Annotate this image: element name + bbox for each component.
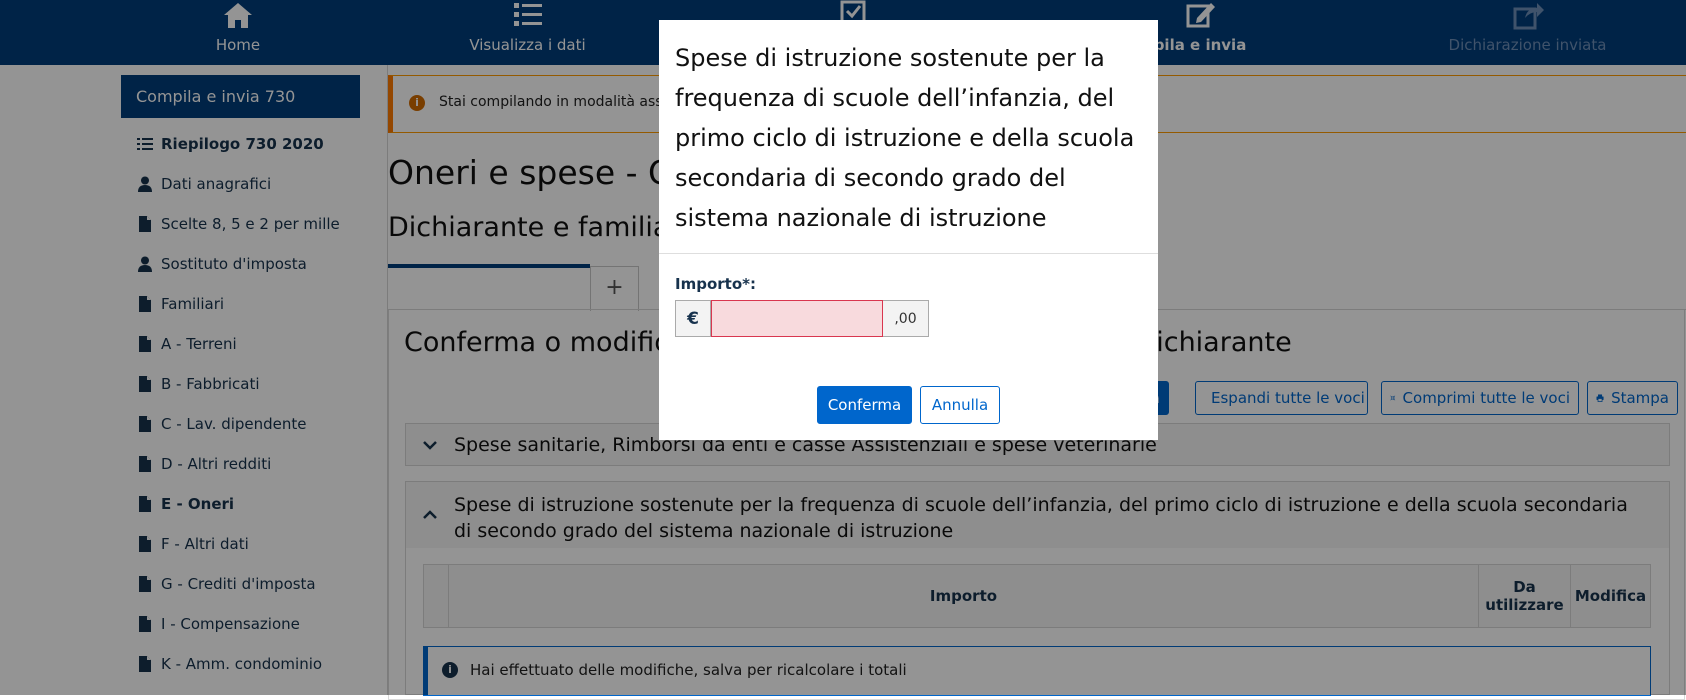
modal-title: Spese di istruzione sostenute per la fre… [675,44,1135,232]
cents-addon: ,00 [883,300,929,337]
importo-field-group: € ,00 [675,300,929,337]
cancel-button[interactable]: Annulla [920,386,1000,424]
confirm-button[interactable]: Conferma [817,386,912,424]
modal-divider [659,253,1158,254]
importo-label: Importo*: [675,275,756,293]
euro-addon: € [675,300,711,337]
modal-dialog: Spese di istruzione sostenute per la fre… [659,20,1158,440]
importo-input[interactable] [711,300,883,337]
